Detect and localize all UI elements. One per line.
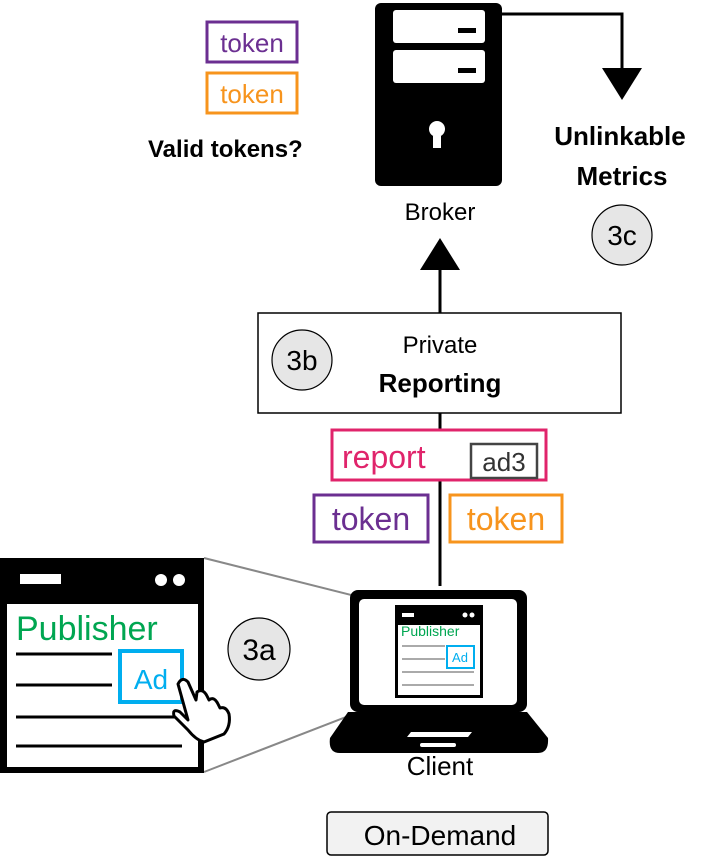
metrics-title: Metrics [576,161,667,191]
mini-publisher-label: Publisher [401,623,460,639]
ad-label: Ad [134,664,168,695]
broker-label: Broker [405,199,476,226]
arrow-to-metrics [502,12,642,100]
metrics-title: Unlinkable [554,121,685,151]
publisher-browser-window: Publisher Ad [0,558,204,773]
ad-id-label: ad3 [482,447,525,477]
mini-ad-label: Ad [452,650,468,665]
diagram: token token Valid tokens? Broker Unlinka… [0,3,686,856]
token-label: token [220,28,284,58]
report-token-orange: token [448,493,564,544]
token-label: token [332,501,410,537]
on-demand-label: On-Demand [364,820,517,851]
publisher-label: Publisher [16,610,158,648]
step-label: 3b [286,345,317,376]
report-label: report [342,439,426,475]
report-message: report ad3 [330,428,548,482]
report-token-purple: token [312,493,430,544]
step-label: 3a [242,634,276,667]
step-label: 3c [607,220,637,251]
valid-token-purple: token [205,20,299,64]
step-3c-badge: 3c [591,204,653,266]
token-label: token [220,79,284,109]
arrow-to-broker [420,238,460,313]
on-demand-badge: On-Demand [326,811,549,856]
token-label: token [467,501,545,537]
client-label: Client [407,751,474,781]
step-3a-badge: 3a [227,617,291,681]
reporting-label: Reporting [379,368,502,398]
server-icon [375,3,502,186]
valid-tokens-question: Valid tokens? [148,136,303,163]
mini-browser: Publisher Ad [395,605,483,698]
private-reporting-box: Private Reporting 3b [257,312,622,414]
valid-token-orange: token [205,71,299,115]
reporting-label: Private [403,332,478,359]
